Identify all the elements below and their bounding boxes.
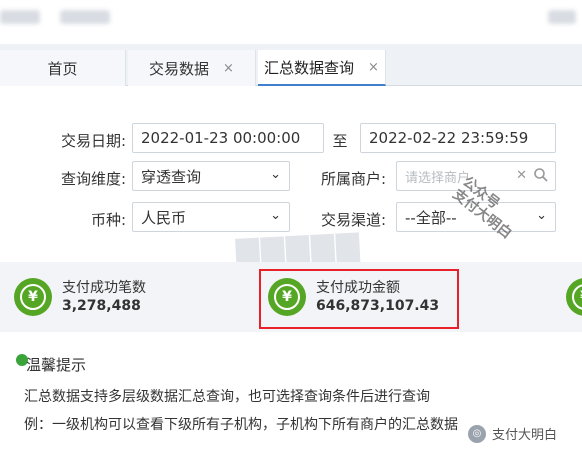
date-to-separator: 至 [332, 132, 348, 150]
tab-transaction-data[interactable]: 交易数据 × [128, 50, 256, 86]
blurred-logo [0, 10, 40, 24]
date-label: 交易日期: [60, 132, 126, 150]
clear-icon[interactable]: ✕ [516, 168, 527, 183]
channel-value: --全部-- [405, 208, 457, 227]
tab-summary-query[interactable]: 汇总数据查询 × [258, 50, 386, 86]
chevron-down-icon: ⌄ [270, 167, 281, 182]
tab-transaction-data-label: 交易数据 [149, 59, 210, 78]
yuan-icon: ¥ [572, 284, 582, 310]
blurred-user [548, 10, 576, 24]
payment-count-icon: ¥ [14, 278, 52, 316]
yuan-icon: ¥ [20, 284, 46, 310]
tab-summary-query-label: 汇总数据查询 [264, 58, 355, 77]
tip-title: 温馨提示 [26, 356, 87, 374]
blurred-title [60, 10, 110, 24]
highlight-box [259, 269, 459, 329]
currency-value: 人民币 [141, 208, 187, 227]
close-icon[interactable]: × [223, 61, 234, 76]
tab-bar: 首页 交易数据 × 汇总数据查询 × [0, 44, 582, 86]
payment-count-value: 3,278,488 [62, 298, 141, 314]
payment-count-label: 支付成功笔数 [62, 280, 146, 296]
close-icon[interactable]: × [368, 60, 379, 75]
dimension-value: 穿透查询 [141, 167, 202, 186]
tip-line-2: 例：一级机构可以查看下级所有子机构，子机构下所有商户的汇总数据 [24, 417, 458, 433]
dimension-label: 查询维度: [60, 170, 126, 188]
chevron-down-icon: ⌄ [536, 208, 547, 223]
currency-label: 币种: [90, 211, 126, 229]
brand-name: 支付大明白 [492, 428, 558, 443]
merchant-label: 所属商户: [320, 170, 386, 188]
merchant-placeholder: 请选择商户 [405, 170, 471, 186]
dimension-select[interactable]: 穿透查询 ⌄ [132, 161, 290, 191]
chevron-down-icon: ⌄ [270, 208, 281, 223]
tip-line-1: 汇总数据支持多层级数据汇总查询，也可选择查询条件后进行查询 [24, 389, 430, 405]
wechat-logo-icon: ◎ [468, 424, 486, 443]
channel-label: 交易渠道: [320, 211, 386, 229]
date-to-input[interactable]: 2022-02-22 23:59:59 [360, 123, 556, 153]
brand-watermark: ◎ 支付大明白 [468, 424, 557, 443]
search-icon[interactable] [533, 167, 549, 183]
tab-home-label: 首页 [47, 59, 78, 78]
top-header [0, 0, 582, 40]
currency-select[interactable]: 人民币 ⌄ [132, 202, 290, 232]
tab-home[interactable]: 首页 [0, 50, 126, 86]
date-from-input[interactable]: 2022-01-23 00:00:00 [132, 123, 324, 153]
